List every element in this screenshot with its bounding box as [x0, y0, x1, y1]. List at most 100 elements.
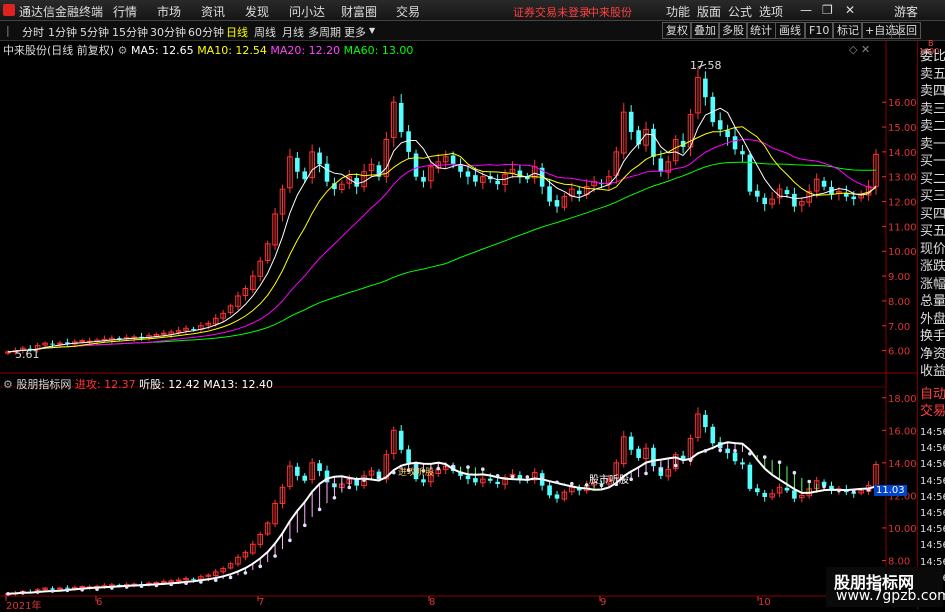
current-price-marker: 11.03 [874, 485, 907, 496]
ma13-dot [362, 478, 366, 482]
settings-icon[interactable]: ⚙ [118, 44, 128, 57]
ma60-line [7, 161, 877, 353]
quote-label: 涨幅 [920, 276, 945, 292]
trade-time-label[interactable]: 14:56 [920, 459, 945, 470]
ma13-dot [866, 488, 871, 492]
sub-candle-down [191, 578, 196, 580]
ma13-dot [6, 592, 10, 596]
ma13-dot [95, 587, 99, 592]
ma13-dot [555, 480, 559, 485]
candle-down [450, 155, 456, 165]
sub-y-tick-label: 10.00 [888, 524, 917, 535]
sub-y-tick-label: 16.00 [888, 426, 917, 437]
ma13-dot [748, 451, 752, 456]
trade-time-label[interactable]: 14:56 [920, 427, 945, 438]
sub-candle-down [732, 452, 738, 462]
ma13-dot [777, 460, 782, 465]
sub-chart-info: ⚙ 股朋指标网 进攻: 12.37 听股: 12.42 MA13: 12.40 [3, 376, 273, 392]
ma13-dot [124, 585, 129, 589]
trade-time-label[interactable]: 14:56 [920, 508, 945, 519]
trade-time-label[interactable]: 14:56 [920, 557, 945, 568]
candle-down [547, 186, 552, 202]
candle-down [413, 153, 419, 177]
candle-down [324, 163, 330, 182]
listen-label: 听股: 12.42 [139, 378, 200, 391]
ma13-dot [481, 467, 485, 472]
ma13-dot [65, 588, 70, 593]
trade-time-label[interactable]: 14:56 [920, 540, 945, 551]
candle-down [658, 158, 664, 172]
ma13-dot [718, 448, 723, 453]
candle-down [458, 165, 463, 172]
quote-label: 买一 [920, 154, 945, 169]
ma13-dot [466, 465, 470, 469]
sub-candle-down [495, 481, 500, 484]
candle-down [406, 131, 411, 152]
trade-mode-label[interactable]: 交易 [920, 400, 945, 419]
watermark-url: www.7gpzb.com [836, 588, 945, 604]
ma13-dot [837, 488, 841, 493]
quote-label: 卖四 [920, 84, 945, 99]
candle-down [295, 157, 300, 172]
ma13-dot [703, 449, 708, 453]
quote-label: 总量 [920, 294, 945, 309]
quote-label: 卖二 [920, 119, 945, 134]
ma10-line [7, 126, 877, 353]
ma13-dot [154, 583, 159, 588]
high-price-label: 17.58 [690, 59, 722, 72]
trade-time-label[interactable]: 14:56 [920, 492, 945, 503]
quote-label: 卖五 [920, 66, 945, 82]
indicator-settings-icon[interactable]: ⚙ [3, 378, 13, 391]
quote-label: 委比 [920, 49, 945, 64]
ma5-line [7, 107, 877, 353]
ma13-dot [35, 590, 40, 594]
ma13-dot [733, 448, 737, 453]
candle-down [754, 190, 760, 197]
candle-up [79, 340, 85, 343]
signal-label-a: 进攻听股 [398, 468, 435, 478]
candle-down [703, 78, 708, 98]
site-watermark: 股朋指标网 www.7gpzb.com [826, 567, 945, 607]
ma13-dot [570, 481, 574, 486]
quote-label: 现价 [920, 241, 945, 257]
candle-down [421, 177, 426, 182]
quote-label: 外盘 [920, 311, 945, 327]
sub-candle-down [295, 466, 300, 476]
candle-down [740, 151, 745, 155]
candle-down [732, 136, 738, 150]
sub-candle-down [740, 462, 745, 465]
candle-down [465, 171, 471, 177]
y-tick-label: 10.00 [888, 247, 917, 258]
trade-time-label[interactable]: 14:56 [920, 524, 945, 535]
sub-candle-down [406, 449, 411, 463]
ma13-dot [80, 587, 84, 592]
quote-label: 收益 [920, 364, 945, 379]
candle-down [710, 96, 716, 123]
y-tick-label: 11.00 [888, 222, 917, 233]
y-tick-label: 15.00 [888, 123, 917, 134]
candle-down [792, 193, 797, 207]
candle-down [495, 180, 500, 185]
ma13-dot [139, 584, 144, 589]
chart-corner-icons[interactable]: ◇ ✕ [849, 43, 870, 56]
ma13-dot [451, 464, 455, 469]
ma13-dot [807, 479, 812, 484]
candle-down [636, 130, 641, 145]
y-tick-label: 9.00 [888, 272, 910, 283]
indicator-title: 股朋指标网 [16, 378, 72, 391]
x-axis-label-9: 9 [600, 597, 607, 608]
sub-candle-down [792, 490, 797, 499]
candle-down [554, 200, 560, 207]
ma13-dot [228, 575, 233, 580]
kline-chart-area[interactable]: 16.00 15.00 14.00 13.00 12.00 11.00 10.00 9.00 8… [0, 0, 917, 609]
trade-time-label[interactable]: 14:56 [920, 443, 945, 454]
sub-candle-down [465, 475, 471, 480]
ma13-dot [332, 495, 337, 500]
candle-down [302, 171, 308, 180]
ma13-dot [644, 471, 648, 476]
candle-down [747, 154, 753, 192]
ma13-dot [169, 582, 174, 587]
sub-candle-down [65, 587, 70, 589]
ma5-label: MA5: 12.65 [130, 44, 194, 57]
trade-time-label[interactable]: 14:56 [920, 476, 945, 487]
